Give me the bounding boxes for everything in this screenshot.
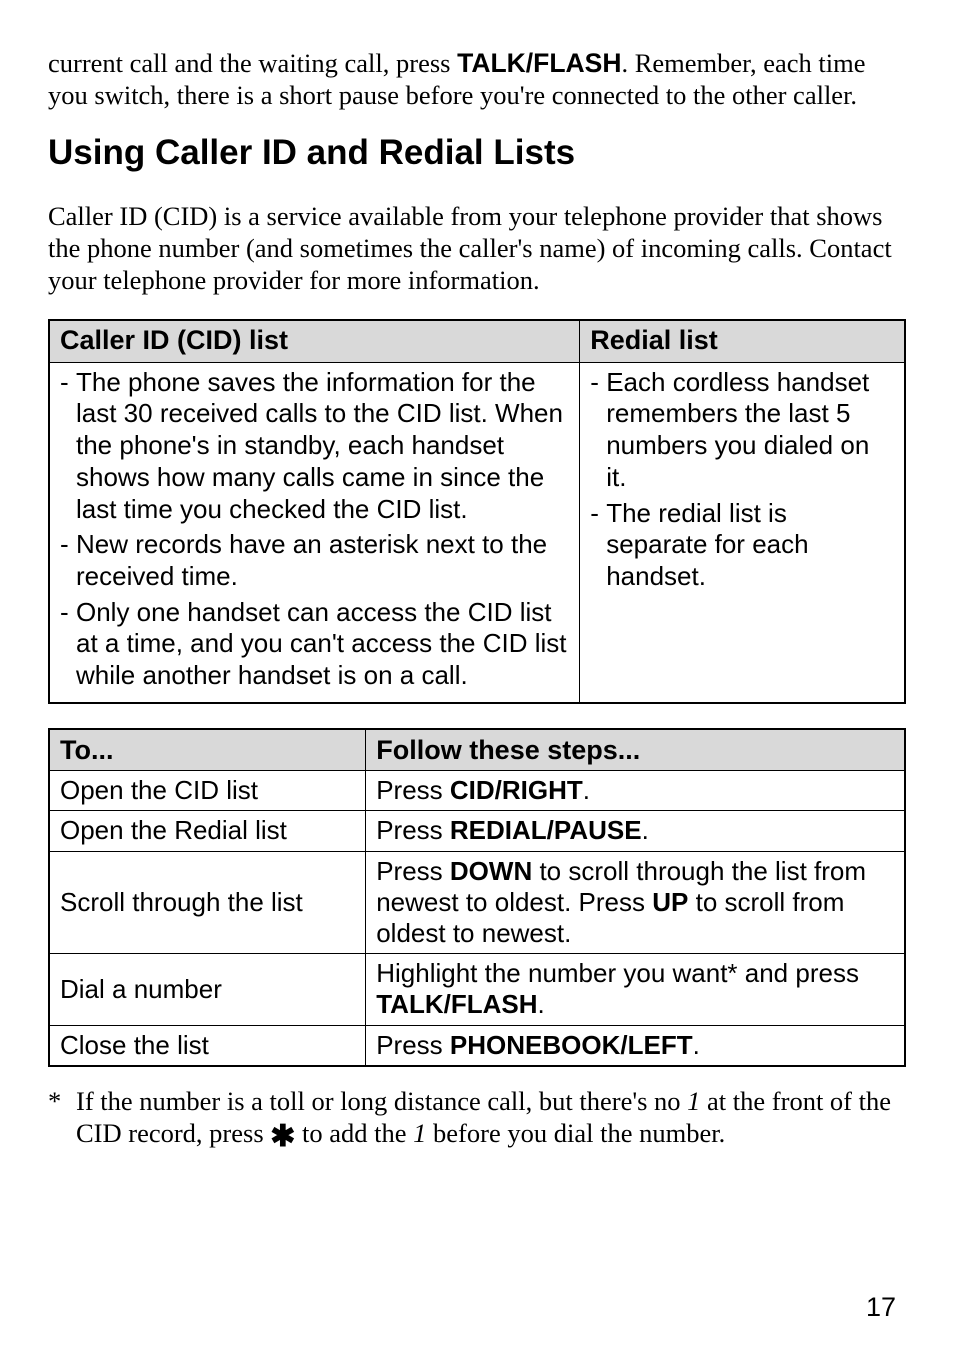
row2-post: . xyxy=(642,815,649,845)
page: current call and the waiting call, press… xyxy=(0,0,954,1345)
fn-one1: 1 xyxy=(687,1086,700,1116)
steps-table: To... Follow these steps... Open the CID… xyxy=(48,728,906,1067)
row4-to: Dial a number xyxy=(49,954,366,1025)
intro-paragraph: current call and the waiting call, press… xyxy=(48,47,906,112)
footnote: * If the number is a toll or long distan… xyxy=(48,1085,906,1150)
redial-bullet-1: Each cordless handset remembers the last… xyxy=(590,367,894,494)
redial-bullets: Each cordless handset remembers the last… xyxy=(590,367,894,593)
section-body: Caller ID (CID) is a service available f… xyxy=(48,200,906,297)
row4-post: . xyxy=(538,989,545,1019)
cid-bullet-2: New records have an asterisk next to the… xyxy=(60,529,569,592)
key-cid-right: CID/RIGHT xyxy=(450,775,583,805)
row1-pre: Press xyxy=(376,775,450,805)
row4-pre: Highlight the number you want* and press xyxy=(376,958,859,988)
row5-to: Close the list xyxy=(49,1025,366,1066)
key-phonebook-left: PHONEBOOK/LEFT xyxy=(450,1030,693,1060)
row3-pre: Press xyxy=(376,856,450,886)
row2-steps: Press REDIAL/PAUSE. xyxy=(366,811,905,851)
cid-redial-table: Caller ID (CID) list Redial list The pho… xyxy=(48,319,906,704)
fn-one2: 1 xyxy=(413,1118,426,1148)
row3-steps: Press DOWN to scroll through the list fr… xyxy=(366,851,905,954)
cid-list-cell: The phone saves the information for the … xyxy=(49,362,580,703)
cid-bullet-1: The phone saves the information for the … xyxy=(60,367,569,526)
fn-seg1: If the number is a toll or long distance… xyxy=(76,1086,687,1116)
redial-list-cell: Each cordless handset remembers the last… xyxy=(580,362,905,703)
row5-steps: Press PHONEBOOK/LEFT. xyxy=(366,1025,905,1066)
row5-pre: Press xyxy=(376,1030,450,1060)
fn-seg4: before you dial the number. xyxy=(426,1118,725,1148)
row2-pre: Press xyxy=(376,815,450,845)
redial-bullet-2: The redial list is separate for each han… xyxy=(590,498,894,593)
row1-to: Open the CID list xyxy=(49,771,366,811)
row3-to: Scroll through the list xyxy=(49,851,366,954)
cid-bullets: The phone saves the information for the … xyxy=(60,367,569,692)
row4-steps: Highlight the number you want* and press… xyxy=(366,954,905,1025)
row2-to: Open the Redial list xyxy=(49,811,366,851)
row1-post: . xyxy=(583,775,590,805)
row5-post: . xyxy=(693,1030,700,1060)
intro-seg1: current call and the waiting call, press xyxy=(48,48,457,78)
footnote-text: If the number is a toll or long distance… xyxy=(76,1085,906,1150)
header-steps: Follow these steps... xyxy=(366,729,905,771)
fn-seg3: to add the xyxy=(295,1118,413,1148)
key-talk-flash-2: TALK/FLASH xyxy=(376,989,537,1019)
header-to: To... xyxy=(49,729,366,771)
row1-steps: Press CID/RIGHT. xyxy=(366,771,905,811)
footnote-asterisk: * xyxy=(48,1085,76,1150)
section-heading: Using Caller ID and Redial Lists xyxy=(48,133,906,173)
cid-bullet-3: Only one handset can access the CID list… xyxy=(60,597,569,692)
key-redial-pause: REDIAL/PAUSE xyxy=(450,815,642,845)
star-icon: ✱ xyxy=(270,1120,295,1153)
key-talk-flash: TALK/FLASH xyxy=(457,48,621,78)
key-down: DOWN xyxy=(450,856,532,886)
page-number: 17 xyxy=(866,1292,896,1323)
header-cid-list: Caller ID (CID) list xyxy=(49,320,580,363)
header-redial-list: Redial list xyxy=(580,320,905,363)
key-up: UP xyxy=(652,887,688,917)
